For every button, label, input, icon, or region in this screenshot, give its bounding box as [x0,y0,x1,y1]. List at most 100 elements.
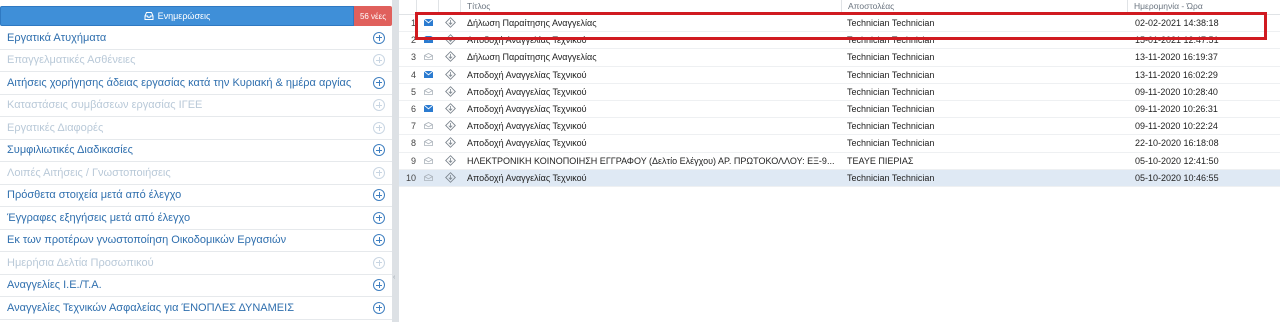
sidebar-item[interactable]: Αιτήσεις χορήγησης άδειας εργασίας κατά … [0,72,392,95]
sidebar-item[interactable]: Αναγγελίες Τεχνικών Ασφαλείας για ΈΝΟΠΛΕ… [0,297,392,320]
sidebar-item[interactable]: Ημερήσια Δελτία Προσωπικού [0,252,392,275]
read-envelope-icon [424,156,433,164]
collapse-arrow-icon[interactable]: ‹ [393,274,395,281]
row-number: 10 [405,172,416,183]
messages-grid: Τίτλος Αποστολέας Ημερομηνία - Ώρα 1 Δήλω… [399,0,1280,322]
row-number: 3 [410,52,416,63]
row-title[interactable]: ΗΛΕΚΤΡΟΝΙΚΗ ΚΟΙΝΟΠΟΙΗΣΗ ΕΓΓΡΑΦΟΥ (Δελτίο… [467,153,839,170]
sidebar-item-label: Εκ των προτέρων γνωστοποίηση Οικοδομικών… [7,234,287,247]
row-sender: Technician Technician [847,86,935,97]
add-circle-icon[interactable] [373,211,385,224]
row-date: 05-10-2020 12:41:50 [1135,155,1219,166]
sidebar: Ενημερώσεις 56 νέες Εργατικά Ατυχήματα Επ… [0,0,392,322]
table-row[interactable]: 6 Αποδοχή Αναγγελίας Τεχνικού Technician T… [399,101,1280,119]
row-number: 8 [410,138,416,149]
add-circle-icon[interactable] [373,54,385,67]
sidebar-item[interactable]: Επαγγελματικές Ασθένειες [0,50,392,72]
row-date: 13-11-2020 16:02:29 [1135,69,1218,80]
sidebar-item[interactable]: Εργατικά Ατυχήματα [0,27,392,50]
table-row[interactable]: 9 ΗΛΕΚΤΡΟΝΙΚΗ ΚΟΙΝΟΠΟΙΗΣΗ ΕΓΓΡΑΦΟΥ (Δελτί… [399,153,1280,170]
sidebar-item-label: Πρόσθετα στοιχεία μετά από έλεγχο [7,189,182,202]
row-date: 05-10-2020 10:46:55 [1135,172,1219,183]
sidebar-item[interactable]: Αναγγελίες Ι.Ε./Τ.Α. [0,275,392,297]
sidebar-item-label: Λοιπές Αιτήσεις / Γνωστοποιήσεις [7,166,171,179]
row-number: 2 [410,35,416,46]
sidebar-item[interactable]: Λοιπές Αιτήσεις / Γνωστοποιήσεις [0,162,392,185]
row-sender: Technician Technician [847,69,935,80]
row-title[interactable]: Δήλωση Παραίτησης Αναγγελίας [467,49,839,66]
table-row[interactable]: 10 Αποδοχή Αναγγελίας Τεχνικού Technician … [399,169,1280,187]
row-title[interactable]: Αποδοχή Αναγγελίας Τεχνικού [467,170,839,187]
add-circle-icon[interactable] [373,256,385,269]
row-title[interactable]: Αποδοχή Αναγγελίας Τεχνικού [467,67,839,84]
message-type-icon [445,120,456,132]
read-envelope-icon [424,122,433,130]
row-number: 5 [410,86,416,97]
add-circle-icon[interactable] [373,121,385,134]
sidebar-item[interactable]: Έγγραφες εξηγήσεις μετά από έλεγχο [0,207,392,230]
add-circle-icon[interactable] [373,31,385,44]
row-number: 4 [410,69,416,80]
read-envelope-icon [424,87,433,95]
add-circle-icon[interactable] [373,189,385,202]
row-sender: Technician Technician [847,104,935,114]
table-row[interactable]: 3 Δήλωση Παραίτησης Αναγγελίας Technician … [399,49,1280,67]
sidebar-item-label: Έγγραφες εξηγήσεις μετά από έλεγχο [7,211,191,224]
sidebar-item-label: Εργατικές Διαφορές [7,121,104,134]
message-type-icon [445,154,456,166]
row-number: 7 [410,121,416,132]
sidebar-item-label: Αναγγελίες Τεχνικών Ασφαλείας για ΈΝΟΠΛΕ… [7,301,294,314]
message-type-icon [445,171,456,183]
row-title[interactable]: Αποδοχή Αναγγελίας Τεχνικού [467,101,839,118]
category-menu: Εργατικά Ατυχήματα Επαγγελματικές Ασθένει… [0,27,392,320]
updates-button-label: Ενημερώσεις [157,11,211,21]
sidebar-item[interactable]: Εργατικές Διαφορές [0,117,392,140]
sidebar-item-label: Καταστάσεις συμβάσεων εργασίας ΙΓΕΕ [7,99,203,112]
message-type-icon [445,85,456,97]
row-title[interactable]: Αποδοχή Αναγγελίας Τεχνικού [467,135,839,152]
updates-button[interactable]: Ενημερώσεις [0,6,354,26]
table-row[interactable]: 7 Αποδοχή Αναγγελίας Τεχνικού Technician T… [399,118,1280,136]
row-date: 09-11-2020 10:28:40 [1135,86,1218,97]
message-type-icon [445,103,456,114]
table-row[interactable]: 5 Αποδοχή Αναγγελίας Τεχνικού Technician T… [399,84,1280,101]
sidebar-item[interactable]: Πρόσθετα στοιχεία μετά από έλεγχο [0,185,392,207]
unread-envelope-icon [424,70,433,78]
sidebar-item-label: Αναγγελίες Ι.Ε./Τ.Α. [7,279,102,292]
add-circle-icon[interactable] [373,279,385,292]
message-type-icon [445,68,456,80]
read-envelope-icon [424,53,433,61]
row-sender: ΤΕΑΥΕ ΠΙΕΡΙΑΣ [847,155,914,166]
sidebar-toolbar: Ενημερώσεις 56 νέες [0,6,392,26]
sidebar-item[interactable]: Καταστάσεις συμβάσεων εργασίας ΙΓΕΕ [0,95,392,117]
sidebar-item-label: Αιτήσεις χορήγησης άδειας εργασίας κατά … [7,76,352,89]
message-type-icon [445,137,456,149]
add-circle-icon[interactable] [373,76,385,89]
sidebar-item[interactable]: Εκ των προτέρων γνωστοποίηση Οικοδομικών… [0,230,392,252]
unread-envelope-icon [424,105,433,112]
row-date: 22-10-2020 16:18:08 [1135,138,1219,149]
row-title[interactable]: Αποδοχή Αναγγελίας Τεχνικού [467,84,839,101]
table-row[interactable]: 8 Αποδοχή Αναγγελίας Τεχνικού Technician T… [399,135,1280,153]
row-sender: Technician Technician [847,138,935,149]
add-circle-icon[interactable] [373,166,385,179]
sidebar-item-label: Επαγγελματικές Ασθένειες [7,54,136,67]
row-date: 09-11-2020 10:22:24 [1135,121,1218,132]
add-circle-icon[interactable] [373,99,385,112]
sidebar-item-label: Ημερήσια Δελτία Προσωπικού [7,256,154,269]
read-envelope-icon [424,173,433,181]
header-number [399,0,416,14]
row-number: 6 [410,104,416,114]
sidebar-item-label: Συμφιλιωτικές Διαδικασίες [7,144,133,157]
add-circle-icon[interactable] [373,234,385,247]
table-row[interactable]: 4 Αποδοχή Αναγγελίας Τεχνικού Technician T… [399,67,1280,84]
row-date: 13-11-2020 16:19:37 [1135,52,1218,63]
add-circle-icon[interactable] [373,301,385,314]
add-circle-icon[interactable] [373,144,385,157]
row-sender: Technician Technician [847,172,935,183]
row-title[interactable]: Αποδοχή Αναγγελίας Τεχνικού [467,118,839,135]
new-count-badge[interactable]: 56 νέες [354,6,392,26]
row-number: 9 [410,155,416,166]
sidebar-item[interactable]: Συμφιλιωτικές Διαδικασίες [0,140,392,162]
highlight-box [415,12,1267,40]
